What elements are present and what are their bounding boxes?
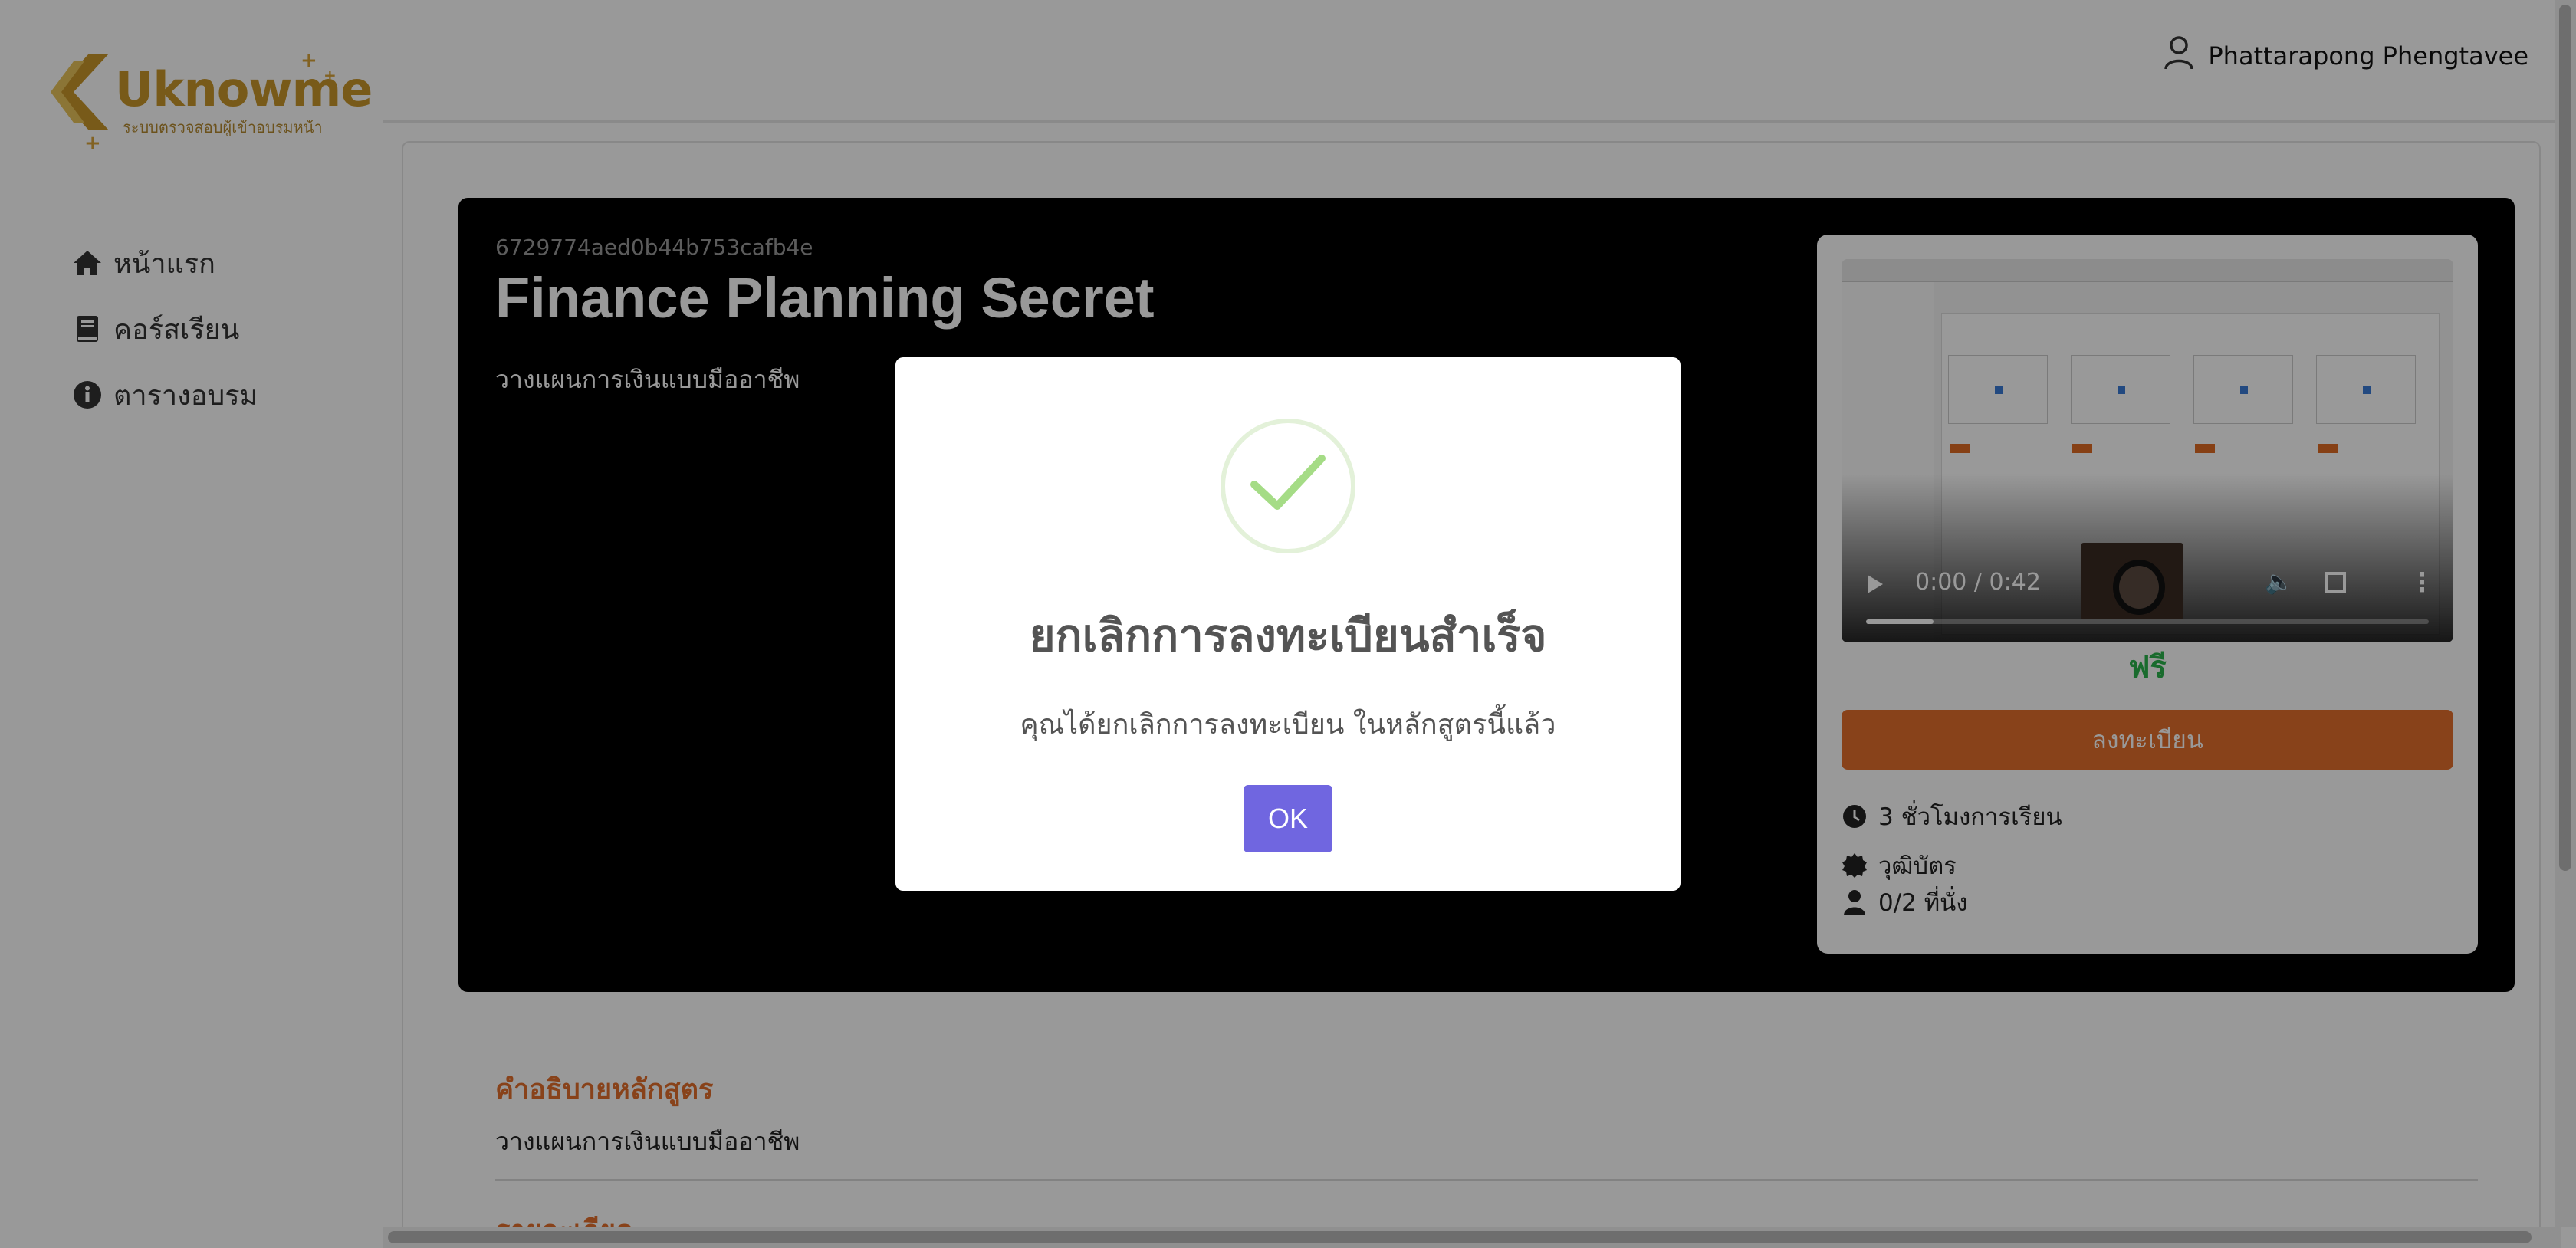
checkmark-icon [1221,419,1355,553]
dialog-message: คุณได้ยกเลิกการลงทะเบียน ในหลักสูตรนี้แล… [1020,709,1556,741]
ok-button[interactable]: OK [1244,785,1332,852]
success-dialog: ยกเลิกการลงทะเบียนสำเร็จ คุณได้ยกเลิกการ… [895,357,1681,891]
dialog-title: ยกเลิกการลงทะเบียนสำเร็จ [1029,609,1547,662]
